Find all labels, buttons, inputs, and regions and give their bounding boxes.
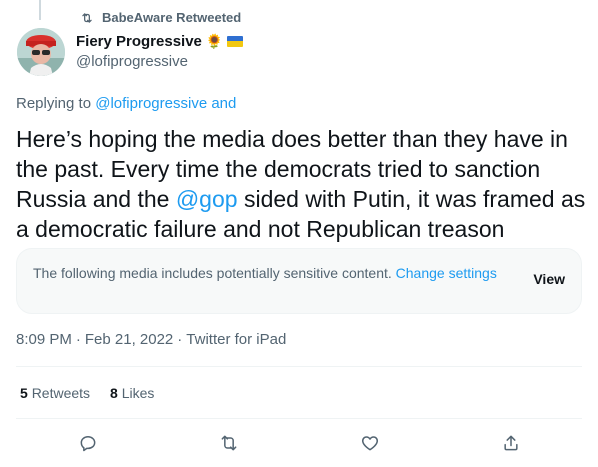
sensitive-text: The following media includes potentially…: [33, 265, 392, 281]
likes-label: Likes: [121, 385, 155, 401]
thread-line: [39, 0, 41, 20]
tweet-time[interactable]: 8:09 PM: [16, 331, 72, 348]
tweet-text: Here’s hoping the media does better than…: [16, 124, 586, 244]
avatar-image: [17, 28, 65, 76]
display-name-row[interactable]: Fiery Progressive 🌻: [76, 31, 244, 51]
tweet-actions: [0, 426, 598, 460]
divider: [16, 366, 582, 367]
retweets-label: Retweets: [31, 385, 91, 401]
view-button[interactable]: View: [533, 271, 565, 287]
divider: [16, 418, 582, 419]
tweet-meta: 8:09 PM · Feb 21, 2022 · Twitter for iPa…: [16, 331, 286, 348]
author-handle[interactable]: @lofiprogressive: [76, 53, 243, 70]
ukraine-flag-icon: [227, 35, 244, 47]
share-button[interactable]: [498, 430, 524, 456]
retweets-stat[interactable]: 5 Retweets: [20, 385, 90, 401]
sensitive-message: The following media includes potentially…: [33, 263, 503, 284]
meta-separator: ·: [75, 331, 81, 348]
like-button[interactable]: [357, 430, 383, 456]
tweet-date[interactable]: Feb 21, 2022: [85, 331, 173, 348]
reply-icon: [80, 436, 96, 452]
retweet-context[interactable]: BabeAware Retweeted: [80, 10, 241, 25]
likes-count: 8: [110, 385, 118, 401]
mention-link[interactable]: @gop: [176, 186, 238, 212]
sunflower-icon: 🌻: [205, 33, 224, 49]
avatar[interactable]: [17, 28, 65, 76]
retweet-icon: [82, 12, 92, 23]
meta-separator: ·: [177, 331, 183, 348]
change-settings-link[interactable]: Change settings: [396, 265, 497, 281]
tweet-source[interactable]: Twitter for iPad: [186, 331, 286, 348]
reply-button[interactable]: [75, 430, 101, 456]
sensitive-media-notice: The following media includes potentially…: [16, 248, 582, 314]
retweets-count: 5: [20, 385, 28, 401]
author-block[interactable]: Fiery Progressive 🌻 @lofiprogressive: [76, 31, 244, 70]
replying-prefix: Replying to: [16, 95, 92, 112]
heart-icon: [361, 436, 379, 451]
tweet-stats: 5 Retweets 8 Likes: [20, 385, 154, 401]
display-name[interactable]: Fiery Progressive: [76, 33, 202, 50]
retweet-icon: [221, 435, 237, 451]
replying-to: Replying to @lofiprogressive and: [16, 95, 236, 112]
retweet-button[interactable]: [216, 430, 242, 456]
share-icon: [504, 435, 518, 451]
retweet-label: BabeAware Retweeted: [102, 10, 242, 25]
likes-stat[interactable]: 8 Likes: [110, 385, 154, 401]
replying-link[interactable]: @lofiprogressive and: [95, 95, 236, 112]
